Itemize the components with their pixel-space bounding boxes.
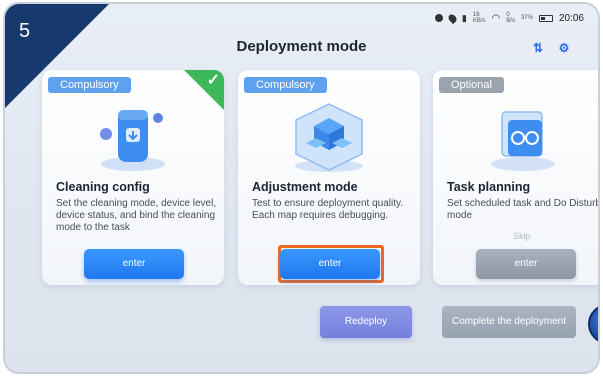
battery-icon xyxy=(538,14,553,22)
card-description: Set the cleaning mode, device level, dev… xyxy=(56,198,217,233)
status-bar: ▮ 16 KB/s ◠ 0 B/s 37% 20:06 xyxy=(434,12,584,24)
step-number: 5 xyxy=(19,20,31,42)
card-adjustment-mode: Compulsory Adjustment mode Test to ensur… xyxy=(238,70,420,285)
speed-up-readout: 16 KB/s xyxy=(473,12,486,24)
cubes-illustration xyxy=(295,103,363,172)
card-title: Adjustment mode xyxy=(252,180,358,194)
speed-up-unit: KB/s xyxy=(472,18,486,24)
location-icon xyxy=(446,12,459,24)
enter-button-cleaning-config[interactable]: enter xyxy=(84,249,184,279)
complete-deployment-button[interactable]: Complete the deployment xyxy=(442,306,576,338)
tablet-screen: 5 ▮ 16 KB/s ◠ 0 B/s 37% 20:06 Deployment… xyxy=(3,2,600,374)
settings-gear-icon[interactable]: ⚙ xyxy=(558,42,570,54)
card-title: Cleaning config xyxy=(56,180,150,194)
top-actions: ⇅ ⚙ xyxy=(532,42,570,54)
schedule-illustration xyxy=(491,111,555,171)
wifi-icon: ◠ xyxy=(491,12,501,24)
compulsory-badge: Compulsory xyxy=(244,77,327,93)
battery-percent: 37% xyxy=(520,15,533,21)
cleaning-robot-illustration xyxy=(100,110,165,171)
skip-link[interactable]: Skip xyxy=(513,231,531,241)
sort-swap-icon[interactable]: ⇅ xyxy=(532,42,544,54)
card-description: Set scheduled task and Do Disturb mode xyxy=(447,198,600,221)
notification-icon xyxy=(434,14,443,22)
optional-badge: Optional xyxy=(439,77,504,93)
enter-button-adjustment-mode[interactable]: enter xyxy=(280,249,380,279)
floating-action-button[interactable] xyxy=(588,304,598,344)
speed-down-unit: B/s xyxy=(506,18,515,24)
speed-down-readout: 0 B/s xyxy=(506,12,515,24)
cell-signal-icon: ▮ xyxy=(461,12,467,23)
card-task-planning: Optional Task planning Set scheduled tas… xyxy=(433,70,600,285)
card-title: Task planning xyxy=(447,180,531,194)
enter-button-task-planning[interactable]: enter xyxy=(476,249,576,279)
card-description: Test to ensure deployment quality. Each … xyxy=(252,198,404,221)
redeploy-button[interactable]: Redeploy xyxy=(320,306,412,338)
clock: 20:06 xyxy=(558,12,584,24)
check-icon: ✓ xyxy=(206,72,220,89)
